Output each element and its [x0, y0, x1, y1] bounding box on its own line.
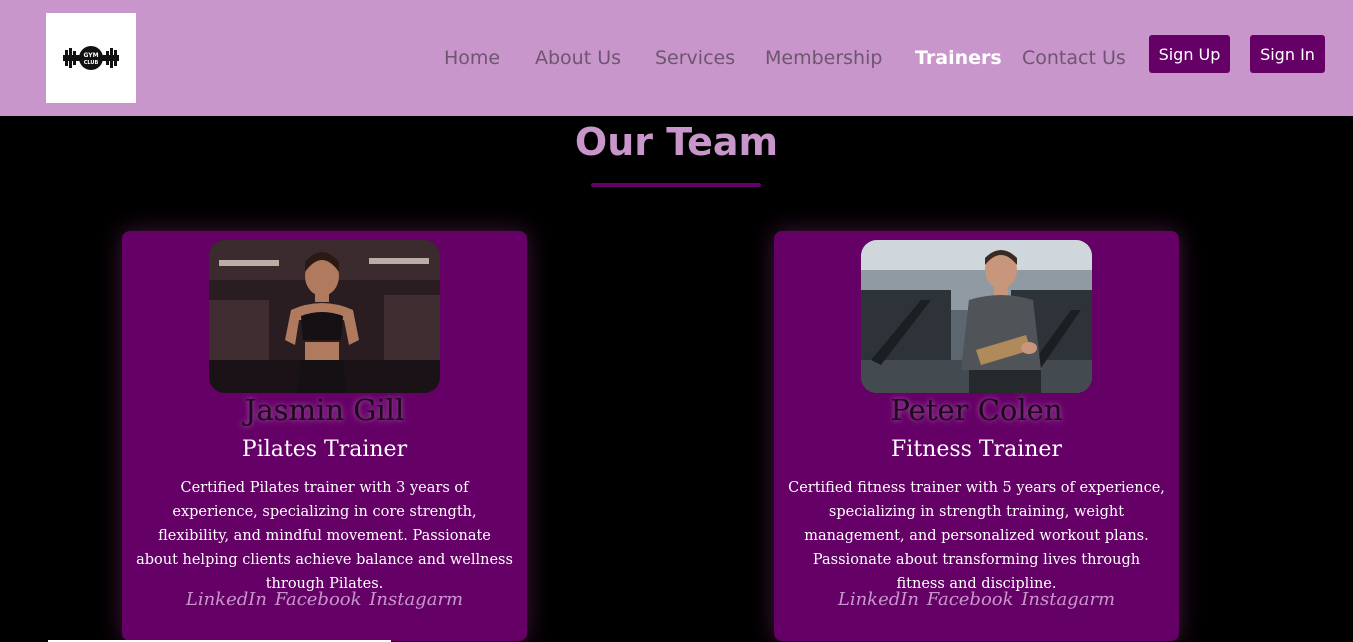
trainer-bio: Certified Pilates trainer with 3 years o… — [136, 480, 513, 592]
social-links: LinkedIn Facebook Instagarm — [774, 589, 1179, 610]
sign-in-button[interactable]: Sign In — [1250, 35, 1325, 73]
logo-text-bottom: CLUB — [84, 60, 99, 66]
section-title: Our Team — [574, 120, 779, 164]
social-links: LinkedIn Facebook Instagarm — [122, 589, 527, 610]
nav-membership[interactable]: Membership — [765, 47, 882, 69]
navbar: GYM CLUB Home About Us Services Membersh… — [0, 0, 1353, 116]
linkedin-link[interactable]: LinkedIn — [186, 589, 267, 610]
sign-up-button[interactable]: Sign Up — [1149, 35, 1230, 73]
nav-about-us[interactable]: About Us — [535, 47, 621, 69]
trainer-photo — [861, 240, 1092, 393]
trainer-role: Pilates Trainer — [241, 437, 408, 462]
trainer-photo — [209, 240, 440, 393]
trainer-bio: Certified fitness trainer with 5 years o… — [788, 480, 1165, 592]
instagram-link[interactable]: Instagarm — [1021, 589, 1115, 610]
gym-club-logo[interactable]: GYM CLUB — [46, 13, 136, 103]
linkedin-link[interactable]: LinkedIn — [838, 589, 919, 610]
nav-contact-us[interactable]: Contact Us — [1022, 47, 1126, 69]
facebook-link[interactable]: Facebook — [927, 589, 1014, 610]
trainer-role: Fitness Trainer — [891, 437, 1062, 462]
nav-trainers[interactable]: Trainers — [915, 47, 1002, 69]
title-underline — [591, 183, 761, 187]
nav-home[interactable]: Home — [444, 47, 500, 69]
trainer-card: Jasmin Gill Pilates Trainer Certified Pi… — [122, 231, 527, 641]
trainer-name: Jasmin Gill — [244, 393, 405, 427]
facebook-link[interactable]: Facebook — [275, 589, 362, 610]
instagram-link[interactable]: Instagarm — [369, 589, 463, 610]
nav-services[interactable]: Services — [655, 47, 735, 69]
dumbbell-icon: GYM CLUB — [63, 46, 119, 70]
logo-text-top: GYM — [83, 52, 98, 59]
trainer-name: Peter Colen — [890, 393, 1063, 427]
trainer-card: Peter Colen Fitness Trainer Certified fi… — [774, 231, 1179, 641]
